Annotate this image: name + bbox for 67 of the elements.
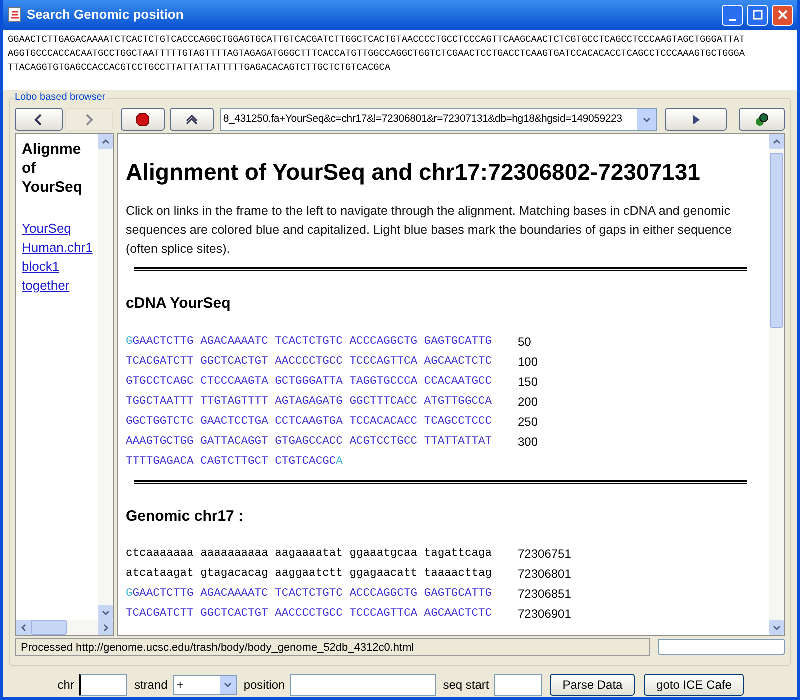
horizontal-scrollbar[interactable] <box>16 620 113 635</box>
scroll-up-button[interactable] <box>769 134 784 149</box>
field-label: seq start <box>443 677 490 694</box>
vertical-scrollbar[interactable] <box>98 134 113 620</box>
frame-heading: Alignme of YourSeq <box>22 140 84 197</box>
stop-button[interactable] <box>121 108 166 131</box>
scroll-down-button[interactable] <box>98 605 113 620</box>
position-number: 72306801 <box>518 566 572 583</box>
minimize-button[interactable] <box>722 4 743 26</box>
scroll-down-button[interactable] <box>769 620 784 635</box>
sequence-line: GGCTGGTCTC GAACTCCTGA CCTCAAGTGA TCCACACACC TCAGCCTCCC <box>126 414 494 430</box>
vertical-scrollbar[interactable] <box>769 134 784 635</box>
position-number: 72306901 <box>518 606 572 623</box>
field-label: chr <box>58 677 74 694</box>
sequence-line: AAAGTGCTGG GATTACAGGT GTGAGCCACC ACGTCCTGCC TTATTATTAT <box>126 434 494 450</box>
url-combo-box[interactable]: 8_431250.fa+YourSeq&c=chr17&l=72306801&r=72307131&db=hg18&hgsid=149059223 <box>220 108 658 131</box>
position-number: 72306851 <box>518 586 572 603</box>
scroll-right-button[interactable] <box>98 620 113 635</box>
java-icon <box>7 7 23 23</box>
sequence-line: ctcaaaaaaa aaaaaaaaaa aagaaaatat ggaaatgcaa tagattcaga <box>126 547 494 562</box>
sequence-line: GTGCCTCAGC CTCCCAAGTA GCTGGGATTA TAGGTGCCCA CCACAATGCC <box>126 374 494 390</box>
back-button[interactable] <box>15 108 63 131</box>
sequence-line: TTTTGAGACA CAGTCTTGCT CTGTCACGCA <box>126 454 344 470</box>
close-button[interactable] <box>772 4 793 26</box>
position-number: 72306751 <box>518 546 572 563</box>
maximize-button[interactable] <box>747 4 768 26</box>
strand-select[interactable]: + <box>172 675 237 695</box>
position-number: 50 <box>518 334 532 350</box>
field-label: position <box>244 677 286 694</box>
alignment-link[interactable]: Human.chr1 <box>22 238 98 257</box>
form-button[interactable]: Parse Data <box>550 674 636 696</box>
sequence-textarea[interactable]: GGAACTCTTGAGACAAAATCTCACTCTGTCACCCAGGCTGGAGTGCATTGTCACGATCTTGGCTCACTGTAACCCCTGCCTCCCAGTTCAAGCAACTCTCGTGCCTCAGCCTCCCAAGTAGCTGGGATTAT AGGTGCCCACCACAATGCCTGGCTAATTTTTGTAGTTTTAGTAGAGATGGGCTTTCACCATGTTGGCCAGGCTGGTCTCGAACTCCTGACCTCAAGTGATCCACACACCTCAGCCTCCCAAAGTGCTGGGA TTACAGGTGTGAGCCACCACGTCCTGCCTTATTATTATTTTTGAGACACAGTCTTGCTCTGTCACGCA <box>3 30 797 90</box>
go-button[interactable] <box>665 108 727 131</box>
intro-paragraph: Click on links in the frame to the left to navigate through the alignment. Matching bases in cDNA and genomic sequences are colored blue and capitalized. Light blue bases mark the boundaries of gaps in either sequence (often splice sites). <box>126 203 733 258</box>
scroll-left-button[interactable] <box>16 620 31 635</box>
window-title: Search Genomic position <box>27 6 185 24</box>
tools-button[interactable] <box>738 108 785 131</box>
scroll-thumb[interactable] <box>770 153 783 328</box>
page-title: Alignment of YourSeq and chr17:72306802-72307131 <box>126 158 702 186</box>
position-number: 100 <box>518 354 538 370</box>
position-number: 150 <box>518 374 538 390</box>
sequence-line: GGAACTCTTG AGACAAAATC TCACTCTGTC ACCCAGGCTG GAGTGCATTG <box>126 334 494 350</box>
scroll-thumb[interactable] <box>31 620 67 635</box>
sequence-line: TCACGATCTT GGCTCACTGT AACCCCTGCC TCCCAGTTCA AGCAACTCTC <box>126 354 494 370</box>
position-number: 200 <box>518 394 538 410</box>
status-text: Processed http://genome.ucsc.edu/trash/body/body_genome_52db_4312c0.html <box>15 638 650 656</box>
section-heading: Genomic chr17 : <box>126 506 245 526</box>
section-heading: cDNA YourSeq <box>126 294 232 314</box>
alignment-link[interactable]: together <box>22 276 98 295</box>
position-number: 300 <box>518 434 538 450</box>
sequence-line: TGGCTAATTT TTGTAGTTTT AGTAGAGATG GGCTTTCACC ATGTTGGCCA <box>126 394 494 410</box>
scroll-up-button[interactable] <box>98 134 113 149</box>
refresh-button[interactable] <box>170 108 214 131</box>
gears-icon <box>754 112 770 128</box>
minimize-icon <box>729 18 736 20</box>
alignment-link[interactable]: block1 <box>22 257 98 276</box>
position-number: 250 <box>518 414 538 430</box>
sequence-line: TCACGATCTT GGCTCACTGT AACCCCTGCC TCCCAGTTCA AGCAACTCTC <box>126 607 494 622</box>
form-button[interactable]: goto ICE Cafe <box>644 674 744 696</box>
dropdown-button[interactable] <box>637 109 656 130</box>
text-input[interactable] <box>79 674 128 696</box>
field-label: strand <box>134 677 168 694</box>
alignment-link[interactable]: YourSeq <box>22 219 98 238</box>
stop-icon <box>135 112 152 128</box>
dropdown-button[interactable] <box>220 676 236 694</box>
sequence-line: atcataagat gtagacacag aaggaatctt ggagaacatt taaaacttag <box>126 567 494 582</box>
sequence-line: GGAACTCTTG AGACAAAATC TCACTCTGTC ACCCAGGCTG GAGTGCATTG <box>126 587 494 602</box>
